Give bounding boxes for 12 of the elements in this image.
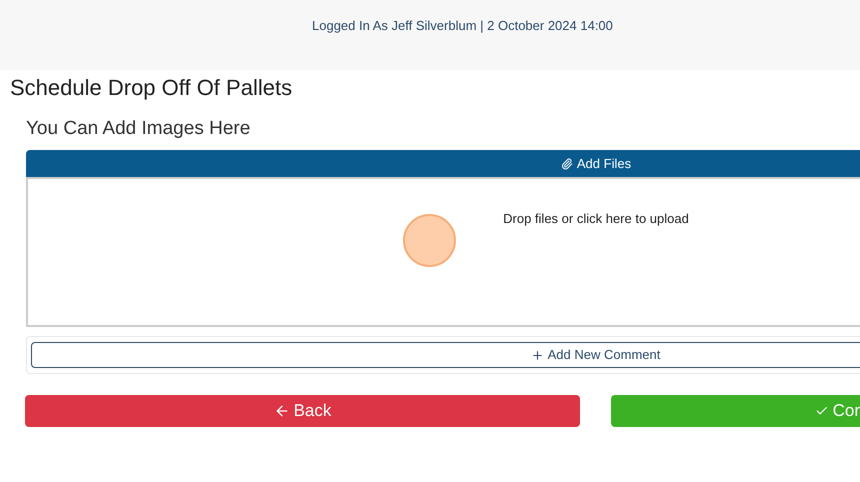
click-marker (403, 214, 456, 267)
dropzone[interactable]: Drop files or click here to upload (26, 177, 860, 327)
plus-icon (530, 348, 544, 362)
login-info: Logged In As Jeff Silverblum | 2 October 2024 14:00 (312, 18, 613, 33)
arrow-left-icon (274, 403, 290, 419)
add-comment-button[interactable]: Add New Comment (31, 342, 860, 368)
paperclip-icon (560, 158, 573, 170)
add-files-button[interactable]: Add Files (26, 150, 860, 177)
back-button[interactable]: Back (25, 395, 580, 427)
dropzone-text: Drop files or click here to upload (503, 210, 689, 228)
page-title: Schedule Drop Off Of Pallets (10, 74, 294, 102)
section-heading: You Can Add Images Here (26, 117, 252, 141)
